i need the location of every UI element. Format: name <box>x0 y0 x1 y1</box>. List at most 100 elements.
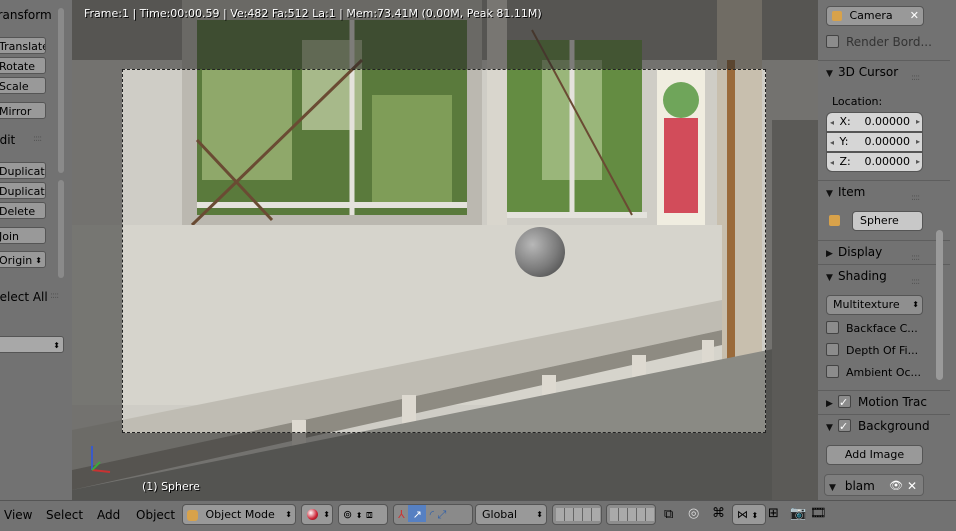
render-camera-icon[interactable]: 📷 <box>790 506 806 521</box>
background-images-panel-header[interactable]: ▼ Background <box>818 414 950 438</box>
motion-tracking-panel-header[interactable]: ▶ Motion Trac <box>818 390 950 414</box>
transform-panel-header[interactable]: Transform <box>0 6 52 24</box>
camera-passepartout-right <box>766 69 818 433</box>
collapse-triangle-icon: ▼ <box>829 483 836 493</box>
duplicate-linked-button[interactable]: Duplicate... <box>0 182 46 199</box>
scale-button[interactable]: Scale <box>0 77 46 94</box>
3d-viewport[interactable]: Frame:1 | Time:00:00.59 | Ve:482 Fa:512 … <box>72 0 818 500</box>
translate-manipulator-icon[interactable]: ↗ <box>408 505 427 522</box>
snap-target-icon[interactable]: ⊞ <box>768 506 779 521</box>
item-panel-header[interactable]: ▼ Item :::: <box>818 180 950 203</box>
viewport-info-text: Frame:1 | Time:00:00.59 | Ve:482 Fa:512 … <box>84 7 542 20</box>
properties-scrollbar[interactable] <box>936 230 943 380</box>
camera-icon <box>832 11 842 21</box>
background-image-row[interactable]: ▼ blam 👁 ✕ <box>824 474 924 496</box>
depth-of-field-checkbox[interactable] <box>826 343 839 356</box>
axis-gizmo-icon <box>91 446 111 473</box>
remove-icon[interactable]: ✕ <box>907 475 917 497</box>
item-name-field[interactable]: Sphere <box>852 211 923 231</box>
tool-shelf-scrollbar[interactable] <box>58 8 64 173</box>
scale-manipulator-icon[interactable]: ⤢ <box>438 508 447 521</box>
set-origin-label: Origin <box>0 254 33 267</box>
lock-camera-icon[interactable]: ⧉ <box>664 507 673 522</box>
backface-culling-row[interactable]: Backface C... <box>818 317 950 339</box>
render-border-row[interactable]: Render Bord... <box>818 31 950 53</box>
ambient-occlusion-label: Ambient Oc... <box>846 366 922 379</box>
collapse-triangle-icon: ▼ <box>826 69 833 79</box>
duplicate-button[interactable]: Duplicate <box>0 162 46 179</box>
proportional-edit-icon[interactable]: ◎ <box>688 506 699 521</box>
sphere-object[interactable] <box>515 227 565 277</box>
panel-grip-icon[interactable]: :::: <box>911 187 920 209</box>
updown-arrows-icon: ⬍ <box>285 510 292 519</box>
rotate-button[interactable]: Rotate <box>0 57 46 74</box>
backface-culling-label: Backface C... <box>846 322 918 335</box>
snap-toggle-icon[interactable]: ⌘ <box>712 506 725 521</box>
layer-buttons-left[interactable] <box>552 504 602 525</box>
viewport-shading-dropdown[interactable]: ⬍ <box>301 504 333 525</box>
manipulator-center-icon: ⧈ <box>365 508 373 521</box>
motion-tracking-checkbox[interactable] <box>838 392 851 414</box>
translate-button[interactable]: Translate <box>0 37 46 54</box>
active-object-label: (1) Sphere <box>142 480 200 493</box>
right-arrow-icon: ▸ <box>915 137 920 146</box>
set-origin-button[interactable]: Origin ⬍ <box>0 251 46 268</box>
view-menu[interactable]: View <box>4 508 32 522</box>
layer-buttons-right[interactable] <box>606 504 656 525</box>
camera-field-label: Camera <box>849 9 893 22</box>
panel-grip-icon[interactable]: :::: <box>911 67 920 89</box>
camera-passepartout-left <box>72 69 122 433</box>
orientation-value: Global <box>482 508 518 521</box>
ambient-occlusion-row[interactable]: Ambient Oc... <box>818 361 950 383</box>
background-images-checkbox[interactable] <box>838 416 851 438</box>
cursor-y-field[interactable]: ◂ Y: 0.00000 ▸ <box>826 132 923 152</box>
pivot-dropdown[interactable]: ⊚ ⬍ ⧈ <box>338 504 388 525</box>
orientation-dropdown[interactable]: Global ⬍ <box>475 504 547 525</box>
tool-shelf: Transform Translate Rotate Scale Mirror … <box>0 0 72 500</box>
display-title: Display <box>838 245 883 259</box>
close-icon[interactable]: ✕ <box>910 7 919 25</box>
background-images-title: Background <box>858 419 930 433</box>
camera-field[interactable]: Camera ✕ <box>826 6 924 26</box>
display-panel-header[interactable]: ▶ Display :::: <box>818 240 950 263</box>
updown-arrows-icon: ⬍ <box>35 256 42 265</box>
operator-grip-icon[interactable]: :::: <box>50 291 59 301</box>
cursor-y-label: Y: <box>839 135 849 148</box>
backface-culling-checkbox[interactable] <box>826 321 839 334</box>
tool-shelf-scrollbar-lower[interactable] <box>58 180 64 278</box>
mirror-button[interactable]: Mirror <box>0 102 46 119</box>
snap-element-dropdown[interactable]: ⋈ ⬍ <box>732 504 766 525</box>
panel-grip-icon[interactable]: :::: <box>911 271 920 293</box>
delete-button[interactable]: Delete <box>0 202 46 219</box>
updown-arrows-icon: ⬍ <box>751 511 759 520</box>
expand-triangle-icon: ▶ <box>826 399 833 409</box>
manipulator-toggle-icon[interactable]: ⅄ <box>398 508 405 521</box>
ambient-occlusion-checkbox[interactable] <box>826 365 839 378</box>
shading-panel-header[interactable]: ▼ Shading :::: <box>818 264 950 287</box>
3d-cursor-panel-header[interactable]: ▼ 3D Cursor :::: <box>818 60 950 83</box>
select-menu[interactable]: Select <box>46 508 83 522</box>
operator-panel-header[interactable]: Select All <box>0 288 48 306</box>
cursor-z-field[interactable]: ◂ Z: 0.00000 ▸ <box>826 152 923 172</box>
background-image-name: blam <box>844 479 875 493</box>
expand-triangle-icon: ▶ <box>826 249 833 259</box>
select-all-action-dropdown[interactable]: ⬍ <box>0 336 64 353</box>
shading-mode-dropdown[interactable]: Multitexture ⬍ <box>826 295 923 315</box>
object-menu[interactable]: Object <box>136 508 175 522</box>
panel-grip-icon[interactable]: :::: <box>33 134 42 144</box>
render-animation-icon[interactable]: 🎞 <box>810 506 827 521</box>
collapse-triangle-icon: ▼ <box>826 423 833 433</box>
transform-manipulator-group[interactable]: ⅄ ↗ ◜ ⤢ <box>393 504 473 525</box>
join-button[interactable]: Join <box>0 227 46 244</box>
snap-element-icon: ⋈ <box>737 508 748 521</box>
rotate-manipulator-icon[interactable]: ◜ <box>430 508 434 521</box>
render-border-label: Render Bord... <box>846 35 932 49</box>
depth-of-field-row[interactable]: Depth Of Fi... <box>818 339 950 361</box>
edit-panel-header[interactable]: Edit <box>0 131 15 149</box>
add-menu[interactable]: Add <box>97 508 120 522</box>
mode-dropdown[interactable]: Object Mode ⬍ <box>182 504 296 525</box>
cursor-x-field[interactable]: ◂ X: 0.00000 ▸ <box>826 112 923 132</box>
eye-icon[interactable]: 👁 <box>889 475 903 497</box>
render-border-checkbox[interactable] <box>826 35 839 48</box>
add-image-button[interactable]: Add Image <box>826 445 923 465</box>
